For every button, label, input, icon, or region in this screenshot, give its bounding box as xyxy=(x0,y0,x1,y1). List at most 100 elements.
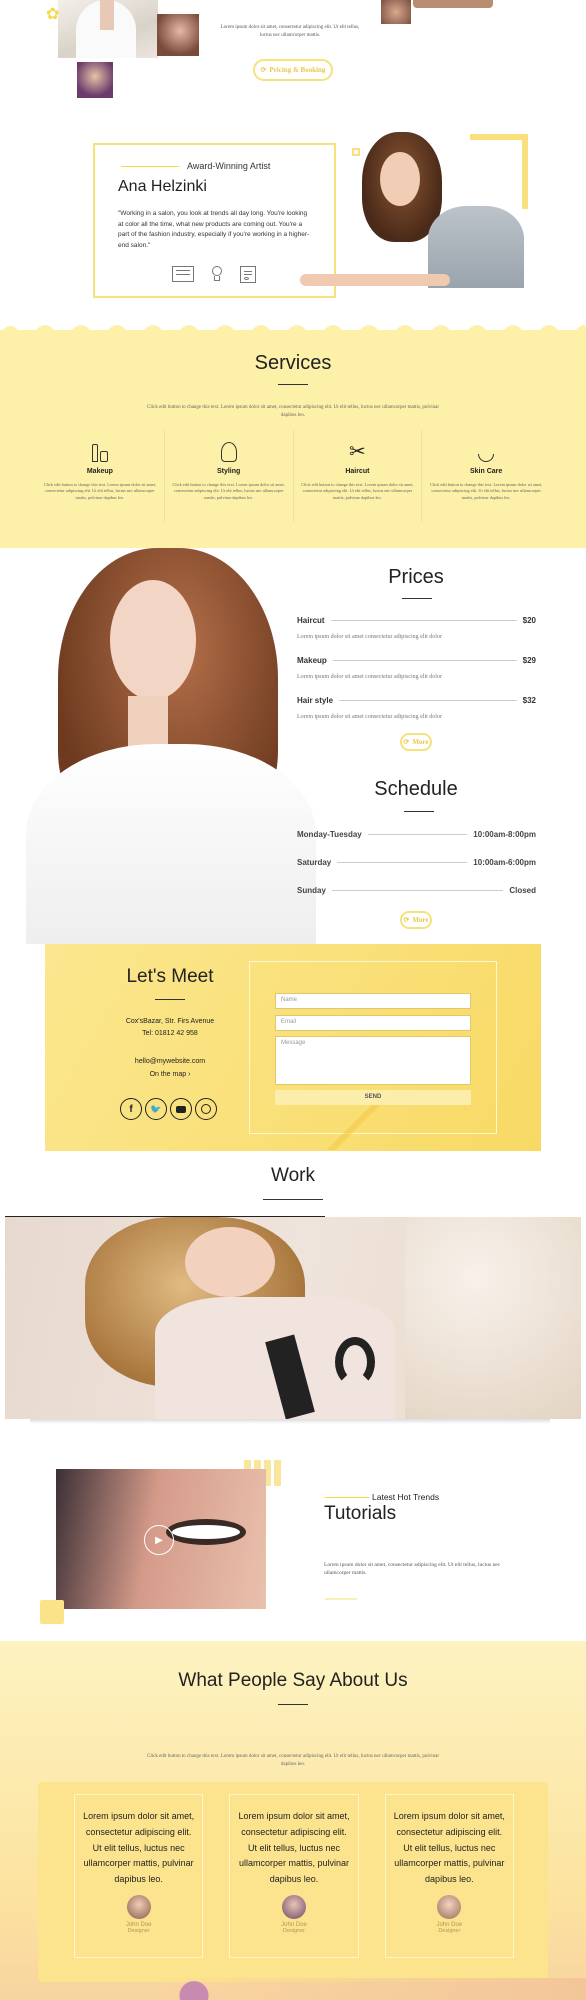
work-photo-shadow xyxy=(30,1419,550,1424)
testimonial-role: Designer xyxy=(438,1927,461,1934)
artist-kicker: Award-Winning Artist xyxy=(187,161,271,171)
tutorial-decor-bottom xyxy=(40,1600,64,1624)
schedule-day: Monday-Tuesday xyxy=(297,830,362,839)
social-links: f 🐦 xyxy=(120,1098,217,1120)
avatar xyxy=(281,1894,306,1919)
price-dots xyxy=(330,620,517,621)
schedule-list: Monday-Tuesday 10:00am-8:00pm Saturday 1… xyxy=(297,830,536,895)
link-icon: ⟳ xyxy=(403,916,410,924)
testimonial-role: Designer xyxy=(127,1927,150,1934)
contact-map-link[interactable]: On the map › xyxy=(110,1071,230,1078)
avatar xyxy=(437,1894,462,1919)
whatsapp-icon[interactable] xyxy=(195,1098,217,1120)
services-title-underline xyxy=(278,384,308,385)
artist-name: Ana Helzinki xyxy=(118,178,207,195)
twitter-icon[interactable]: 🐦 xyxy=(145,1098,167,1120)
prices-title-underline xyxy=(402,598,432,599)
schedule-hours: 10:00am-6:00pm xyxy=(473,858,536,867)
service-text: Click edit button to change this text. L… xyxy=(172,482,285,500)
scissors-icon: ✂ xyxy=(348,441,366,463)
work-title: Work xyxy=(271,1165,315,1186)
service-text: Click edit button to change this text. L… xyxy=(43,482,157,500)
youtube-icon[interactable] xyxy=(170,1098,192,1120)
price-dots xyxy=(339,700,517,701)
tutorial-kicker: Latest Hot Trends xyxy=(372,1492,440,1502)
price-item[interactable]: Makeup $29 Lorem ipsum dolor sit amet co… xyxy=(297,656,536,680)
service-name: Skin Care xyxy=(469,468,503,475)
tutorial-description: Lorem ipsum dolor sit amet, consectetur … xyxy=(324,1562,501,1577)
price-item-desc: Lorem ipsum dolor sit amet consectetur a… xyxy=(297,674,442,680)
styling-icon xyxy=(171,440,287,462)
service-item-styling[interactable]: Styling Click edit button to change this… xyxy=(165,430,294,522)
services-description: Click edit button to change this text. L… xyxy=(146,405,440,418)
schedule-row: Saturday 10:00am-6:00pm xyxy=(297,858,536,867)
service-name: Styling xyxy=(216,468,241,475)
link-icon: ⟳ xyxy=(403,738,410,746)
hero-thumb-4 xyxy=(413,0,493,8)
logo-flower-icon: ✿ xyxy=(46,6,60,23)
price-item[interactable]: Hair style $32 Lorem ipsum dolor sit ame… xyxy=(297,696,536,720)
name-input[interactable]: Name xyxy=(275,993,471,1009)
price-item[interactable]: Haircut $20 Lorem ipsum dolor sit amet c… xyxy=(297,616,536,640)
makeup-icon xyxy=(42,440,158,462)
schedule-row: Sunday Closed xyxy=(297,886,536,895)
testimonial-text: Lorem ipsum dolor sit amet, consectetur … xyxy=(238,1811,350,1884)
price-item-desc: Lorem ipsum dolor sit amet consectetur a… xyxy=(297,714,442,720)
schedule-more-button[interactable]: ⟳ More xyxy=(400,911,432,929)
artist-quote: "Working in a salon, you look at trends … xyxy=(118,210,310,250)
contact-address: Cox'sBazar, Str. Firs Avenue xyxy=(125,1018,215,1025)
diploma-icon xyxy=(240,266,256,283)
price-item-price: $32 xyxy=(522,696,536,705)
schedule-title-underline xyxy=(404,811,434,812)
testimonial-text: Lorem ipsum dolor sit amet, consectetur … xyxy=(83,1811,195,1884)
contact-tel: Tel: 01812 42 958 xyxy=(142,1030,198,1037)
play-button-icon[interactable]: ▶ xyxy=(144,1525,174,1555)
service-item-skincare[interactable]: Skin Care Click edit button to change th… xyxy=(422,430,550,522)
schedule-title: Schedule xyxy=(374,778,458,800)
service-text: Click edit button to change this text. L… xyxy=(429,482,543,500)
prices-more-button[interactable]: ⟳ More xyxy=(400,733,432,751)
hero-thumb-1 xyxy=(157,14,199,56)
pricing-booking-button[interactable]: ⟳ Pricing & Booking xyxy=(253,59,333,81)
send-button[interactable]: SEND xyxy=(275,1090,471,1105)
prices-title: Prices xyxy=(388,566,444,588)
price-item-price: $20 xyxy=(522,616,536,625)
schedule-row: Monday-Tuesday 10:00am-8:00pm xyxy=(297,830,536,839)
contact-title-underline xyxy=(155,999,185,1000)
price-item-name: Hair style xyxy=(297,696,334,705)
message-textarea[interactable]: Message xyxy=(275,1036,471,1085)
services-title: Services xyxy=(254,352,332,374)
contact-email-link[interactable]: hello@mywebsite.com xyxy=(110,1058,230,1065)
schedule-day: Sunday xyxy=(297,886,326,895)
email-input[interactable]: Email xyxy=(275,1015,471,1031)
price-list: Haircut $20 Lorem ipsum dolor sit amet c… xyxy=(297,616,536,720)
schedule-day: Saturday xyxy=(297,858,332,867)
schedule-line xyxy=(367,834,468,835)
tutorial-progress-dots xyxy=(325,1598,357,1600)
contact-form-decor xyxy=(320,1100,410,1150)
service-text: Click edit button to change this text. L… xyxy=(301,482,414,500)
tutorial-video-thumbnail[interactable]: ▶ xyxy=(56,1469,266,1609)
service-name: Haircut xyxy=(345,468,370,475)
services-wave xyxy=(0,325,586,334)
work-gallery-photo[interactable] xyxy=(5,1217,581,1419)
artist-kicker-line xyxy=(121,166,179,167)
facebook-icon[interactable]: f xyxy=(120,1098,142,1120)
certificate-icon xyxy=(172,266,194,282)
hero-photo-woman xyxy=(58,0,158,58)
service-item-makeup[interactable]: Makeup Click edit button to change this … xyxy=(36,430,165,522)
services-grid: Makeup Click edit button to change this … xyxy=(36,430,550,522)
testimonial-card: Lorem ipsum dolor sit amet, consectetur … xyxy=(384,1794,514,1958)
hero-thumb-3 xyxy=(381,0,411,24)
schedule-hours: 10:00am-8:00pm xyxy=(473,830,536,839)
contact-title: Let's Meet xyxy=(126,966,214,987)
testimonial-card: Lorem ipsum dolor sit amet, consectetur … xyxy=(229,1794,359,1958)
service-item-haircut[interactable]: ✂ Haircut Click edit button to change th… xyxy=(294,430,423,522)
schedule-line xyxy=(337,862,468,863)
bottom-decor xyxy=(150,1978,586,2000)
artist-photo xyxy=(300,126,530,288)
schedule-line xyxy=(331,890,504,891)
tutorial-kicker-line xyxy=(325,1497,369,1498)
testimonial-role: Designer xyxy=(282,1927,305,1934)
skincare-icon xyxy=(428,440,544,462)
